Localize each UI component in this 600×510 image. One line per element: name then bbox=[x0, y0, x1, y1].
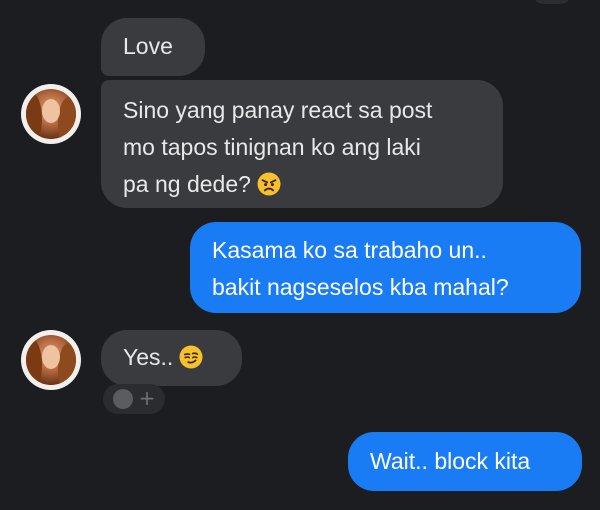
avatar-photo bbox=[26, 89, 76, 139]
message-bubble-outgoing[interactable]: Kasama ko sa trabaho un.. bakit nagsesel… bbox=[190, 222, 581, 313]
message-text: pa ng dede? bbox=[123, 171, 251, 197]
message-text: bakit nagseselos kba mahal? bbox=[212, 274, 509, 300]
angry-face-icon bbox=[257, 172, 281, 196]
message-bubble-incoming[interactable]: Sino yang panay react sa post mo tapos t… bbox=[101, 80, 503, 208]
message-text: mo tapos tinignan ko ang laki bbox=[123, 134, 421, 160]
message-bubble-outgoing[interactable]: Wait.. block kita bbox=[348, 432, 582, 491]
message-text: Wait.. block kita bbox=[370, 448, 531, 474]
plus-icon: + bbox=[138, 386, 156, 410]
add-reaction-icon bbox=[113, 389, 133, 409]
contact-avatar[interactable] bbox=[21, 84, 81, 144]
add-reaction-button[interactable]: + bbox=[103, 384, 165, 414]
message-text: Love bbox=[123, 33, 173, 59]
message-text: Yes.. bbox=[123, 344, 174, 370]
message-text: Sino yang panay react sa post bbox=[123, 97, 433, 123]
message-bubble-incoming[interactable]: Yes.. bbox=[101, 330, 242, 386]
top-corner-element bbox=[532, 0, 572, 4]
smirking-face-icon bbox=[179, 345, 203, 369]
message-text: Kasama ko sa trabaho un.. bbox=[212, 237, 487, 263]
chat-thread: Love Sino yang panay react sa post mo ta… bbox=[0, 0, 600, 510]
avatar-photo bbox=[26, 335, 76, 385]
message-bubble-incoming[interactable]: Love bbox=[101, 18, 205, 76]
contact-avatar[interactable] bbox=[21, 330, 81, 390]
